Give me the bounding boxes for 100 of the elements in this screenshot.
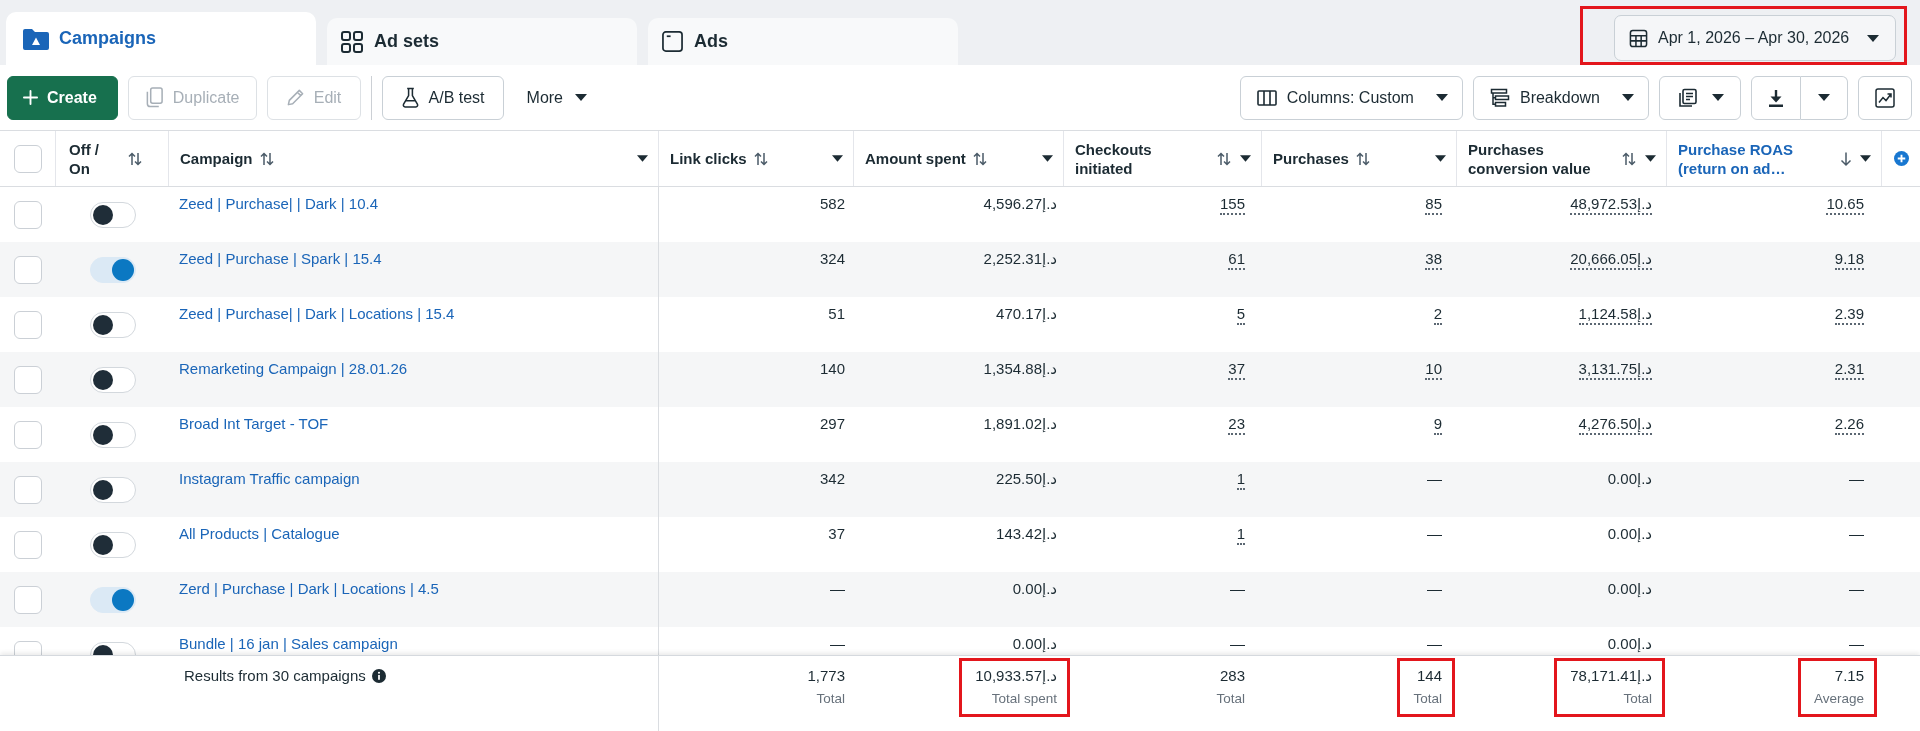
folder-icon bbox=[23, 27, 49, 50]
table-cell[interactable]: د.إ3,131.75 bbox=[1578, 360, 1652, 380]
column-header[interactable]: Purchases conversion value bbox=[1468, 139, 1615, 178]
row-checkbox[interactable] bbox=[14, 255, 42, 284]
row-checkbox[interactable] bbox=[14, 530, 42, 559]
table-cell[interactable]: 10.65 bbox=[1826, 195, 1864, 215]
table-cell[interactable]: 2.26 bbox=[1834, 415, 1864, 435]
calendar-icon bbox=[1629, 28, 1648, 48]
sort-icon[interactable] bbox=[1621, 150, 1637, 167]
info-icon[interactable] bbox=[371, 669, 386, 683]
table-cell[interactable]: 2.39 bbox=[1834, 305, 1864, 325]
table-cell[interactable]: 37 bbox=[1228, 360, 1245, 380]
row-checkbox[interactable] bbox=[14, 200, 42, 229]
dropdown-button[interactable]: Breakdown bbox=[1472, 75, 1649, 120]
caret-icon[interactable] bbox=[1435, 155, 1446, 162]
table-cell[interactable]: 1 bbox=[1236, 525, 1245, 545]
sort-icon[interactable] bbox=[752, 150, 769, 167]
caret-icon[interactable] bbox=[637, 155, 648, 162]
sort-icon[interactable] bbox=[1354, 150, 1371, 167]
toggle-switch[interactable] bbox=[89, 256, 136, 283]
chart-button[interactable] bbox=[1858, 75, 1912, 120]
toggle-switch[interactable] bbox=[89, 421, 136, 448]
trend-chart-icon bbox=[1875, 87, 1895, 108]
add-column-icon[interactable] bbox=[1893, 151, 1909, 166]
select-all-checkbox[interactable] bbox=[13, 144, 42, 173]
table-cell[interactable]: د.إ48,972.53 bbox=[1570, 195, 1652, 215]
sort-icon[interactable] bbox=[971, 150, 988, 167]
caret-icon[interactable] bbox=[1240, 155, 1251, 162]
breakdown-icon bbox=[1489, 88, 1510, 107]
pencil-icon bbox=[285, 88, 305, 107]
toggle-switch[interactable] bbox=[89, 476, 136, 503]
campaign-link[interactable]: Zeed | Purchase| | Dark | Locations | 15.4 bbox=[179, 305, 455, 322]
tab[interactable]: Ad sets bbox=[327, 18, 637, 65]
tab[interactable]: Ads bbox=[648, 18, 958, 65]
table-cell[interactable]: 2 bbox=[1433, 305, 1442, 325]
toggle-switch[interactable] bbox=[89, 366, 136, 393]
toggle-switch[interactable] bbox=[89, 311, 136, 338]
download-button[interactable] bbox=[1751, 75, 1801, 120]
campaign-link[interactable]: Bundle | 16 jan | Sales campaign bbox=[179, 635, 398, 652]
campaign-link[interactable]: Remarketing Campaign | 28.01.26 bbox=[179, 360, 408, 377]
campaign-link[interactable]: Zeed | Purchase | Spark | 15.4 bbox=[179, 250, 382, 267]
toggle-switch[interactable] bbox=[89, 531, 136, 558]
sort-icon[interactable] bbox=[258, 150, 275, 167]
table-cell[interactable]: 38 bbox=[1425, 250, 1442, 270]
column-header[interactable]: Campaign bbox=[180, 149, 253, 168]
toggle-switch[interactable] bbox=[89, 201, 136, 228]
dropdown-button[interactable]: Columns: Custom bbox=[1239, 75, 1463, 120]
caret-icon[interactable] bbox=[832, 155, 843, 162]
table-cell[interactable]: 2.31 bbox=[1834, 360, 1864, 380]
table-cell[interactable]: 85 bbox=[1425, 195, 1442, 215]
toggle-switch[interactable] bbox=[89, 586, 136, 613]
table-cell[interactable]: 23 bbox=[1228, 415, 1245, 435]
row-checkbox[interactable] bbox=[14, 585, 42, 614]
row-checkbox[interactable] bbox=[14, 310, 42, 339]
caret-icon[interactable] bbox=[1645, 155, 1656, 162]
table-cell-text: — bbox=[1230, 580, 1245, 599]
table-cell-text: د.إ143.42 bbox=[996, 525, 1057, 544]
table-cell-text: د.إ0.00 bbox=[1012, 635, 1057, 654]
sort-icon[interactable] bbox=[127, 150, 143, 167]
total-value: 1,773 bbox=[807, 666, 845, 686]
column-header[interactable]: Amount spent bbox=[865, 149, 966, 168]
table-cell[interactable]: 155 bbox=[1219, 195, 1245, 215]
campaign-link[interactable]: All Products | Catalogue bbox=[179, 525, 340, 542]
column-header[interactable]: Checkouts initiated bbox=[1075, 139, 1175, 178]
table-cell-text: د.إ4,596.27 bbox=[983, 195, 1057, 214]
sort-descending-icon[interactable] bbox=[1840, 150, 1852, 167]
table-cell-text: د.إ470.17 bbox=[996, 305, 1057, 324]
date-range-picker[interactable]: Apr 1, 2026 – Apr 30, 2026 bbox=[1614, 15, 1896, 61]
table-cell-text: — bbox=[1849, 635, 1864, 654]
table-cell[interactable]: د.إ4,276.50 bbox=[1578, 415, 1652, 435]
caret-icon[interactable] bbox=[1860, 155, 1871, 162]
report-menu-button[interactable] bbox=[1659, 75, 1741, 120]
campaign-link[interactable]: Zeed | Purchase| | Dark | 10.4 bbox=[179, 195, 378, 212]
table-cell[interactable]: 61 bbox=[1228, 250, 1245, 270]
table-cell[interactable]: 5 bbox=[1236, 305, 1245, 325]
column-header[interactable]: Purchases bbox=[1273, 149, 1349, 168]
column-header[interactable]: Off / On bbox=[69, 139, 111, 178]
campaign-link[interactable]: Instagram Traffic campaign bbox=[179, 470, 360, 487]
campaign-link[interactable]: Zerd | Purchase | Dark | Locations | 4.5 bbox=[179, 580, 439, 597]
table-cell[interactable]: 10 bbox=[1425, 360, 1442, 380]
columns-icon bbox=[1256, 89, 1277, 106]
row-checkbox[interactable] bbox=[14, 420, 42, 449]
toolbar-button[interactable]: A/B test bbox=[381, 75, 504, 120]
tab[interactable]: Campaigns bbox=[6, 12, 316, 65]
table-cell[interactable]: 9.18 bbox=[1834, 250, 1864, 270]
campaign-link[interactable]: Broad Int Target - TOF bbox=[179, 415, 329, 432]
column-header[interactable]: Purchase ROAS (return on ad… bbox=[1678, 139, 1818, 178]
row-checkbox[interactable] bbox=[14, 475, 42, 504]
caret-icon bbox=[1818, 94, 1830, 101]
toolbar-button[interactable]: Create bbox=[7, 75, 118, 120]
table-cell[interactable]: د.إ20,666.05 bbox=[1570, 250, 1652, 270]
table-cell[interactable]: 1 bbox=[1236, 470, 1245, 490]
column-header[interactable]: Link clicks bbox=[670, 149, 747, 168]
table-cell[interactable]: د.إ1,124.58 bbox=[1578, 305, 1652, 325]
table-cell-text: — bbox=[830, 580, 845, 599]
caret-icon[interactable] bbox=[1042, 155, 1053, 162]
sort-icon[interactable] bbox=[1216, 150, 1232, 167]
table-cell[interactable]: 9 bbox=[1433, 415, 1442, 435]
table-cell-text: د.إ0.00 bbox=[1607, 635, 1652, 654]
row-checkbox[interactable] bbox=[14, 365, 42, 394]
